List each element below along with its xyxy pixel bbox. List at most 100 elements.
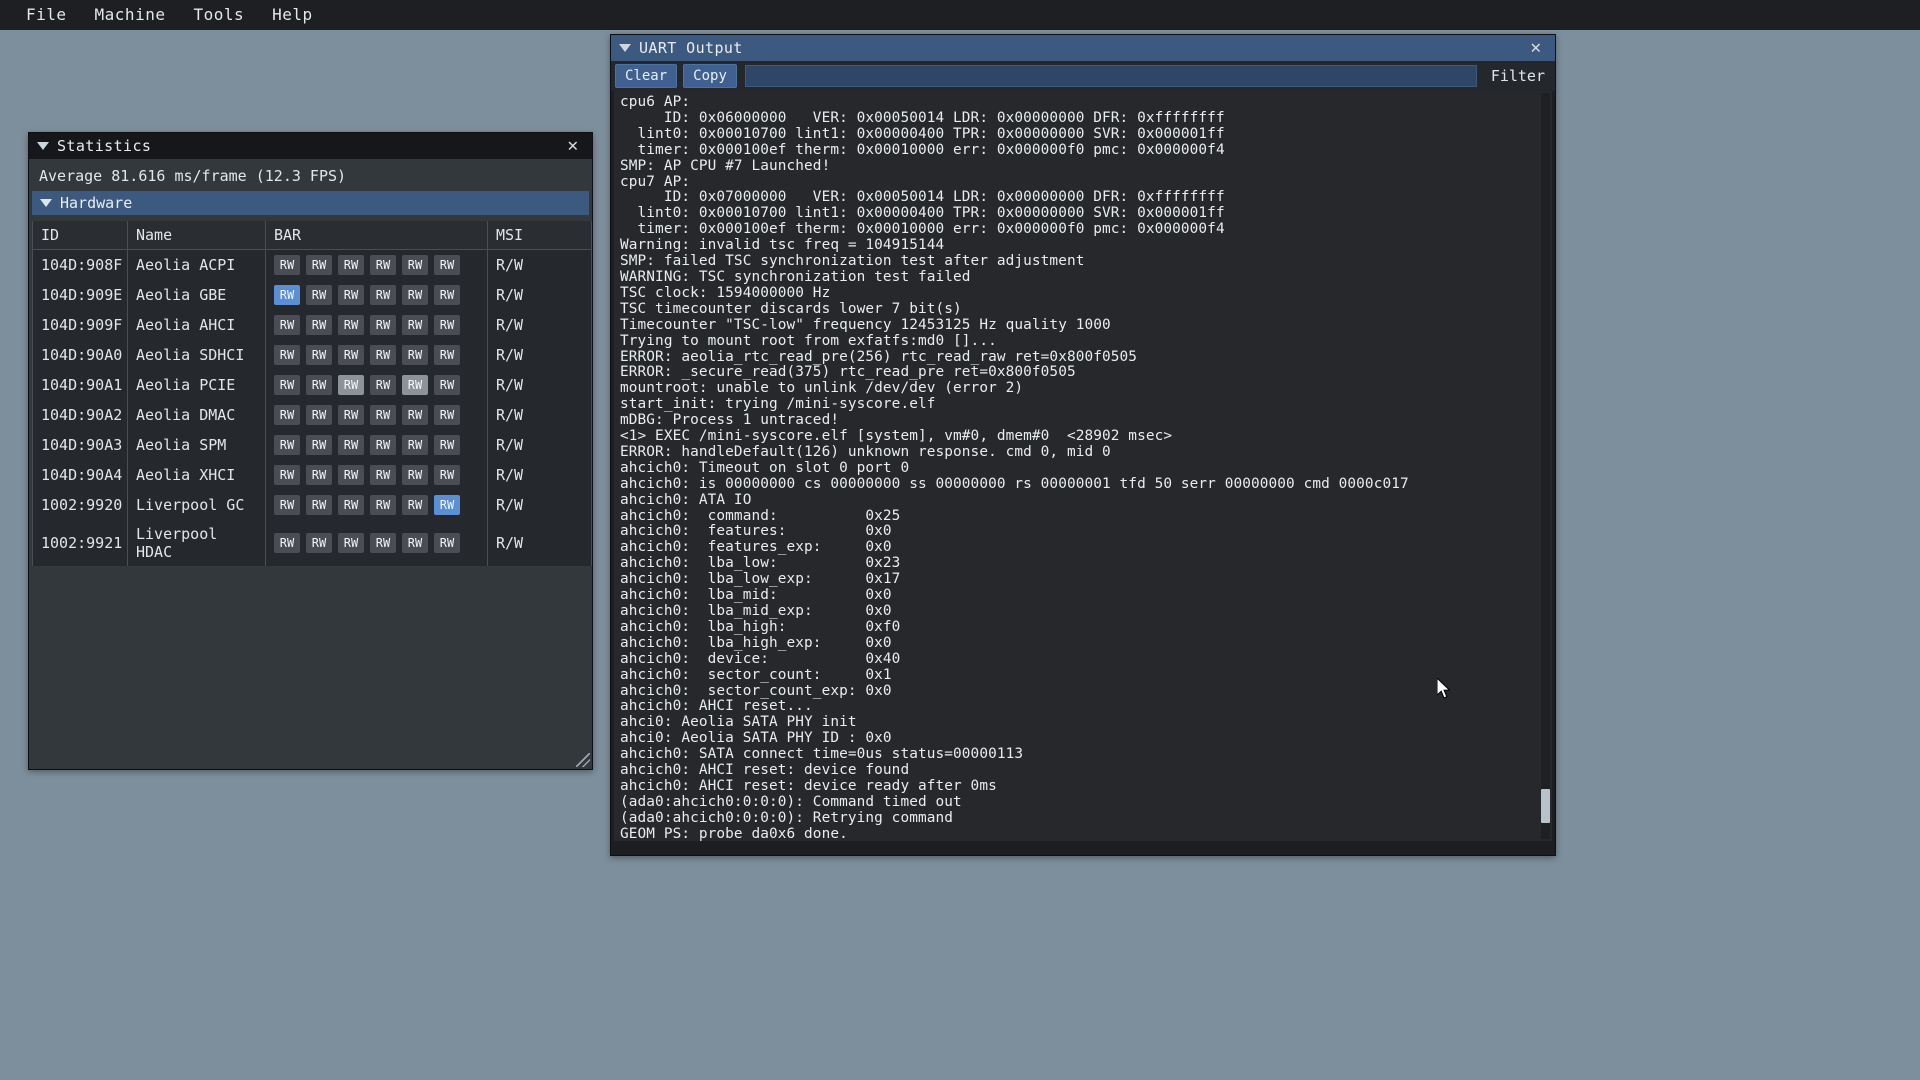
- average-frametime-label: Average 81.616 ms/frame (12.3 FPS): [29, 159, 592, 191]
- bar-rw-button-5[interactable]: RW: [434, 405, 460, 425]
- close-icon[interactable]: ✕: [562, 137, 584, 155]
- log-scrollbar-track[interactable]: [1541, 93, 1550, 839]
- bar-rw-button-1[interactable]: RW: [306, 495, 332, 515]
- bar-rw-button-5[interactable]: RW: [434, 285, 460, 305]
- bar-rw-button-4[interactable]: RW: [402, 465, 428, 485]
- table-row: 104D:909EAeolia GBERWRWRWRWRWRWR/W: [33, 280, 592, 310]
- bar-rw-button-3[interactable]: RW: [370, 375, 396, 395]
- cell-msi: R/W: [488, 490, 592, 520]
- bar-rw-button-2[interactable]: RW: [338, 345, 364, 365]
- cell-bar: RW RW RW RW RW RW: [266, 490, 488, 520]
- cell-bar: RW RW RW RW RW RW: [266, 430, 488, 460]
- statistics-titlebar[interactable]: Statistics ✕: [29, 133, 592, 159]
- table-row: 104D:90A0Aeolia SDHCIRWRWRWRWRWRWR/W: [33, 340, 592, 370]
- bar-rw-button-4[interactable]: RW: [402, 285, 428, 305]
- bar-rw-button-0[interactable]: RW: [274, 255, 300, 275]
- bar-button-group: RW RW RW RW RW RW: [274, 285, 479, 305]
- cell-bar: RW RW RW RW RW RW: [266, 400, 488, 430]
- bar-rw-button-2[interactable]: RW: [338, 285, 364, 305]
- menu-item-machine[interactable]: Machine: [81, 0, 180, 30]
- bar-rw-button-2[interactable]: RW: [338, 465, 364, 485]
- bar-rw-button-0[interactable]: RW: [274, 405, 300, 425]
- bar-rw-button-1[interactable]: RW: [306, 345, 332, 365]
- cell-id: 1002:9921: [33, 520, 128, 566]
- bar-rw-button-1[interactable]: RW: [306, 405, 332, 425]
- bar-rw-button-5[interactable]: RW: [434, 533, 460, 553]
- bar-rw-button-3[interactable]: RW: [370, 495, 396, 515]
- cell-bar: RW RW RW RW RW RW: [266, 460, 488, 490]
- bar-rw-button-1[interactable]: RW: [306, 533, 332, 553]
- bar-rw-button-2[interactable]: RW: [338, 405, 364, 425]
- cell-msi: R/W: [488, 400, 592, 430]
- bar-rw-button-3[interactable]: RW: [370, 405, 396, 425]
- bar-rw-button-0[interactable]: RW: [274, 285, 300, 305]
- section-hardware[interactable]: Hardware: [32, 191, 589, 215]
- bar-rw-button-1[interactable]: RW: [306, 285, 332, 305]
- bar-rw-button-0[interactable]: RW: [274, 375, 300, 395]
- bar-rw-button-0[interactable]: RW: [274, 495, 300, 515]
- menu-item-file[interactable]: File: [12, 0, 81, 30]
- bar-rw-button-2[interactable]: RW: [338, 495, 364, 515]
- bar-rw-button-1[interactable]: RW: [306, 465, 332, 485]
- resize-grip[interactable]: [576, 753, 590, 767]
- cell-id: 104D:909F: [33, 310, 128, 340]
- chevron-down-icon[interactable]: [40, 199, 52, 207]
- cell-bar: RW RW RW RW RW RW: [266, 370, 488, 400]
- bar-rw-button-2[interactable]: RW: [338, 375, 364, 395]
- bar-rw-button-2[interactable]: RW: [338, 255, 364, 275]
- bar-rw-button-0[interactable]: RW: [274, 435, 300, 455]
- bar-rw-button-0[interactable]: RW: [274, 465, 300, 485]
- log-scrollbar-thumb[interactable]: [1541, 789, 1550, 823]
- cell-name: Aeolia PCIE: [128, 370, 266, 400]
- copy-button[interactable]: Copy: [683, 64, 737, 88]
- bar-rw-button-5[interactable]: RW: [434, 255, 460, 275]
- bar-rw-button-2[interactable]: RW: [338, 435, 364, 455]
- table-row: 1002:9920Liverpool GCRWRWRWRWRWRWR/W: [33, 490, 592, 520]
- clear-button[interactable]: Clear: [615, 64, 677, 88]
- bar-rw-button-1[interactable]: RW: [306, 435, 332, 455]
- bar-rw-button-3[interactable]: RW: [370, 255, 396, 275]
- collapse-triangle-icon[interactable]: [619, 44, 631, 52]
- menu-item-tools[interactable]: Tools: [179, 0, 258, 30]
- cell-id: 104D:90A2: [33, 400, 128, 430]
- bar-rw-button-2[interactable]: RW: [338, 315, 364, 335]
- bar-rw-button-4[interactable]: RW: [402, 533, 428, 553]
- bar-rw-button-3[interactable]: RW: [370, 285, 396, 305]
- bar-rw-button-3[interactable]: RW: [370, 435, 396, 455]
- bar-rw-button-1[interactable]: RW: [306, 315, 332, 335]
- column-header-id: ID: [33, 221, 128, 250]
- bar-rw-button-3[interactable]: RW: [370, 345, 396, 365]
- bar-rw-button-3[interactable]: RW: [370, 465, 396, 485]
- bar-rw-button-4[interactable]: RW: [402, 405, 428, 425]
- bar-rw-button-1[interactable]: RW: [306, 255, 332, 275]
- bar-rw-button-4[interactable]: RW: [402, 375, 428, 395]
- bar-rw-button-4[interactable]: RW: [402, 315, 428, 335]
- bar-rw-button-4[interactable]: RW: [402, 345, 428, 365]
- cell-name: Aeolia GBE: [128, 280, 266, 310]
- bar-rw-button-0[interactable]: RW: [274, 533, 300, 553]
- bar-rw-button-4[interactable]: RW: [402, 435, 428, 455]
- bar-rw-button-5[interactable]: RW: [434, 495, 460, 515]
- hardware-table-body: 104D:908FAeolia ACPIRWRWRWRWRWRWR/W104D:…: [33, 250, 592, 567]
- menu-item-help[interactable]: Help: [258, 0, 327, 30]
- table-header-row: ID Name BAR MSI: [33, 221, 592, 250]
- uart-titlebar[interactable]: UART Output ✕: [611, 35, 1555, 61]
- cell-bar: RW RW RW RW RW RW: [266, 310, 488, 340]
- bar-rw-button-2[interactable]: RW: [338, 533, 364, 553]
- bar-rw-button-1[interactable]: RW: [306, 375, 332, 395]
- bar-rw-button-0[interactable]: RW: [274, 345, 300, 365]
- bar-rw-button-0[interactable]: RW: [274, 315, 300, 335]
- bar-rw-button-3[interactable]: RW: [370, 533, 396, 553]
- bar-rw-button-5[interactable]: RW: [434, 435, 460, 455]
- bar-rw-button-4[interactable]: RW: [402, 255, 428, 275]
- bar-rw-button-5[interactable]: RW: [434, 315, 460, 335]
- filter-input[interactable]: [745, 65, 1477, 87]
- close-icon[interactable]: ✕: [1525, 39, 1547, 57]
- bar-rw-button-5[interactable]: RW: [434, 345, 460, 365]
- bar-rw-button-5[interactable]: RW: [434, 375, 460, 395]
- uart-log-view[interactable]: cpu6 AP: ID: 0x06000000 VER: 0x00050014 …: [614, 91, 1552, 841]
- collapse-triangle-icon[interactable]: [37, 142, 49, 150]
- bar-rw-button-4[interactable]: RW: [402, 495, 428, 515]
- bar-rw-button-3[interactable]: RW: [370, 315, 396, 335]
- bar-rw-button-5[interactable]: RW: [434, 465, 460, 485]
